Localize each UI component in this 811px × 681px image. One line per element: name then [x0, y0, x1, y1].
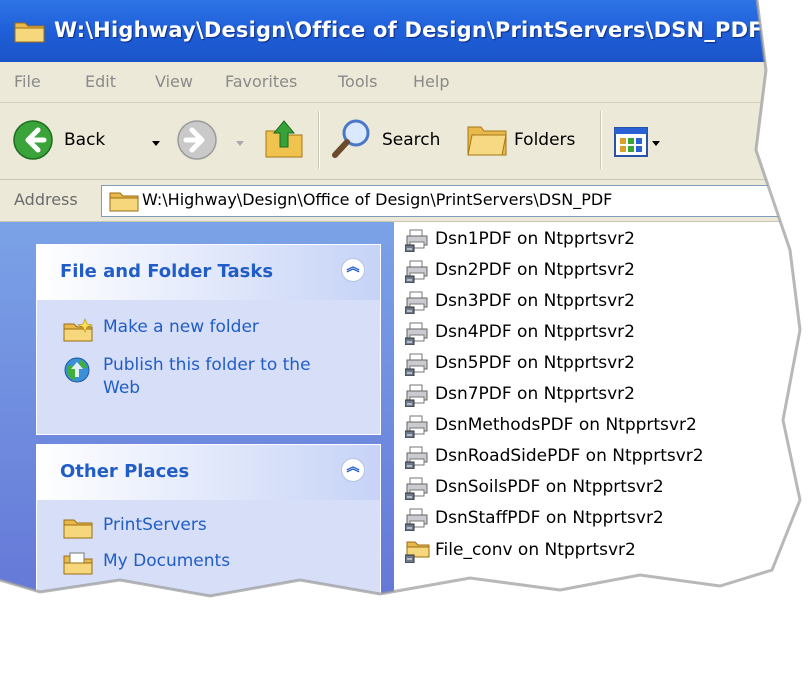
- torn-edge: [0, 0, 802, 598]
